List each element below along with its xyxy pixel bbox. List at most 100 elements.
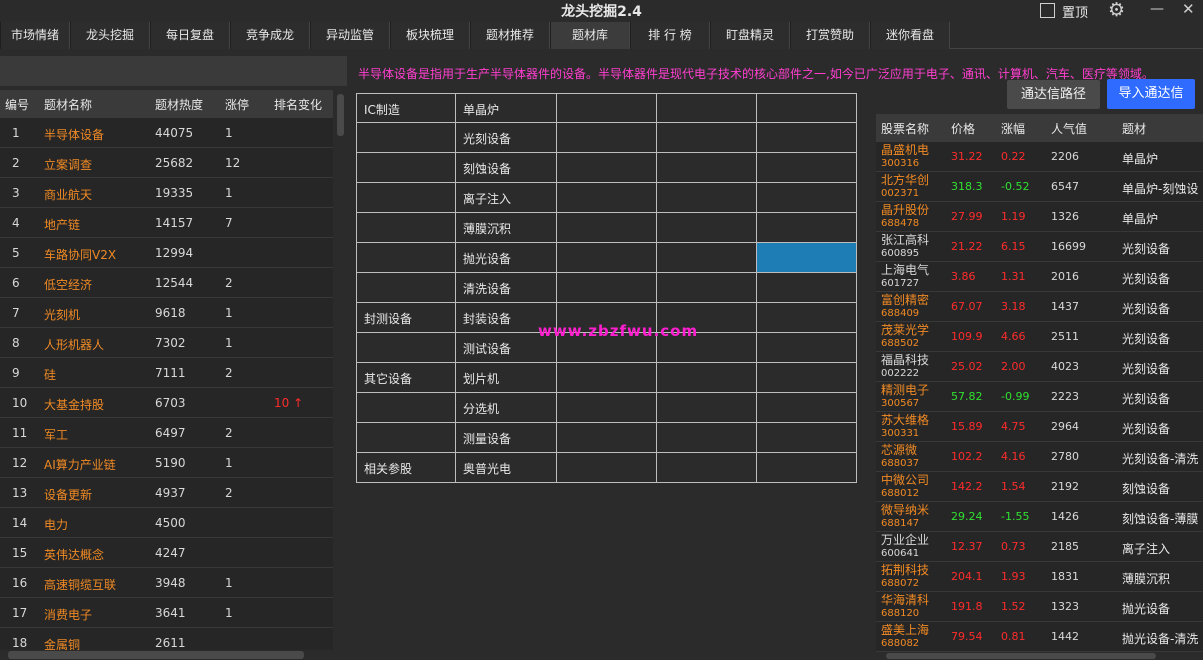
minimize-icon[interactable]: —	[1150, 1, 1164, 17]
topic-row[interactable]: 15 英伟达概念 4247	[0, 538, 333, 568]
header-popularity[interactable]: 人气值	[1051, 120, 1087, 137]
grid-category-cell[interactable]	[356, 123, 456, 153]
pin-checkbox[interactable]	[1040, 3, 1055, 18]
header-topic-name[interactable]: 题材名称	[44, 96, 92, 113]
grid-category-cell[interactable]: 封测设备	[356, 303, 456, 333]
grid-category-cell[interactable]	[356, 213, 456, 243]
grid-category-cell[interactable]	[356, 423, 456, 453]
tab-10[interactable]: 盯盘精灵	[710, 22, 790, 49]
grid-selected-cell[interactable]	[757, 243, 857, 273]
topic-row[interactable]: 18 金属铜 2611	[0, 628, 333, 650]
topic-table-hscroll-thumb[interactable]	[8, 651, 304, 659]
grid-category-cell[interactable]: 相关参股	[356, 453, 456, 483]
grid-empty-cell[interactable]	[557, 363, 657, 393]
header-change[interactable]: 涨幅	[1001, 120, 1025, 137]
tab-7[interactable]: 题材推荐	[470, 22, 550, 49]
tab-3[interactable]: 每日复盘	[150, 22, 230, 49]
grid-item-cell[interactable]: 薄膜沉积	[456, 213, 557, 243]
header-limit-up[interactable]: 涨停	[225, 96, 249, 113]
grid-empty-cell[interactable]	[657, 213, 757, 243]
header-price[interactable]: 价格	[951, 120, 975, 137]
import-tdx-button[interactable]: 导入通达信	[1107, 79, 1195, 109]
grid-item-cell[interactable]: 分选机	[456, 393, 557, 423]
grid-empty-cell[interactable]	[557, 393, 657, 423]
pin-label[interactable]: 置顶	[1062, 2, 1088, 21]
topic-row[interactable]: 16 高速铜缆互联 3948 1	[0, 568, 333, 598]
stock-row[interactable]: 盛美上海 688082 79.54 0.81 1442 抛光设备-清洗	[876, 622, 1203, 652]
topic-row[interactable]: 17 消费电子 3641 1	[0, 598, 333, 628]
grid-empty-cell[interactable]	[757, 303, 857, 333]
topic-row[interactable]: 7 光刻机 9618 1	[0, 298, 333, 328]
stock-row[interactable]: 精测电子 300567 57.82 -0.99 2223 光刻设备	[876, 382, 1203, 412]
stock-row[interactable]: 万业企业 600641 12.37 0.73 2185 离子注入	[876, 532, 1203, 562]
grid-empty-cell[interactable]	[557, 93, 657, 123]
grid-empty-cell[interactable]	[657, 423, 757, 453]
tab-5[interactable]: 异动监管	[310, 22, 390, 49]
topic-row[interactable]: 2 立案调查 25682 12	[0, 148, 333, 178]
grid-item-cell[interactable]: 划片机	[456, 363, 557, 393]
header-stock-name[interactable]: 股票名称	[881, 120, 929, 137]
grid-category-cell[interactable]	[356, 183, 456, 213]
header-rank-change[interactable]: 排名变化	[274, 96, 322, 113]
grid-item-cell[interactable]: 光刻设备	[456, 123, 557, 153]
grid-empty-cell[interactable]	[757, 363, 857, 393]
stock-row[interactable]: 茂莱光学 688502 109.9 4.66 2511 光刻设备	[876, 322, 1203, 352]
stock-row[interactable]: 拓荆科技 688072 204.1 1.93 1831 薄膜沉积	[876, 562, 1203, 592]
header-heat[interactable]: 题材热度	[155, 96, 203, 113]
grid-category-cell[interactable]: IC制造	[356, 93, 456, 123]
grid-category-cell[interactable]	[356, 243, 456, 273]
grid-empty-cell[interactable]	[757, 183, 857, 213]
grid-item-cell[interactable]: 抛光设备	[456, 243, 557, 273]
tab-4[interactable]: 竞争成龙	[230, 22, 310, 49]
topic-row[interactable]: 5 车路协同V2X 12994	[0, 238, 333, 268]
grid-empty-cell[interactable]	[757, 393, 857, 423]
grid-empty-cell[interactable]	[557, 273, 657, 303]
grid-empty-cell[interactable]	[557, 213, 657, 243]
stock-row[interactable]: 上海电气 601727 3.86 1.31 2016 光刻设备	[876, 262, 1203, 292]
topic-row[interactable]: 10 大基金持股 6703 10 ↑	[0, 388, 333, 418]
topic-row[interactable]: 8 人形机器人 7302 1	[0, 328, 333, 358]
grid-empty-cell[interactable]	[557, 123, 657, 153]
topic-table-vscroll[interactable]	[335, 90, 346, 650]
grid-category-cell[interactable]: 其它设备	[356, 363, 456, 393]
topic-search-bar[interactable]	[0, 56, 347, 86]
header-topic[interactable]: 题材	[1122, 120, 1146, 137]
grid-empty-cell[interactable]	[657, 393, 757, 423]
grid-empty-cell[interactable]	[657, 153, 757, 183]
grid-empty-cell[interactable]	[757, 123, 857, 153]
header-index[interactable]: 编号	[5, 96, 29, 113]
grid-empty-cell[interactable]	[757, 93, 857, 123]
stock-table-hscroll-thumb[interactable]	[886, 653, 1156, 659]
grid-item-cell[interactable]: 单晶炉	[456, 93, 557, 123]
grid-category-cell[interactable]	[356, 273, 456, 303]
grid-item-cell[interactable]: 刻蚀设备	[456, 153, 557, 183]
tab-9[interactable]: 排 行 榜	[630, 22, 710, 49]
tab-11[interactable]: 打赏赞助	[790, 22, 870, 49]
grid-item-cell[interactable]: 离子注入	[456, 183, 557, 213]
grid-empty-cell[interactable]	[657, 123, 757, 153]
stock-row[interactable]: 华海清科 688120 191.8 1.52 1323 抛光设备	[876, 592, 1203, 622]
stock-row[interactable]: 中微公司 688012 142.2 1.54 2192 刻蚀设备	[876, 472, 1203, 502]
tab-2[interactable]: 龙头挖掘	[70, 22, 150, 49]
grid-empty-cell[interactable]	[657, 183, 757, 213]
grid-category-cell[interactable]	[356, 393, 456, 423]
topic-row[interactable]: 3 商业航天 19335 1	[0, 178, 333, 208]
topic-row[interactable]: 11 军工 6497 2	[0, 418, 333, 448]
stock-row[interactable]: 张江高科 600895 21.22 6.15 16699 光刻设备	[876, 232, 1203, 262]
topic-row[interactable]: 14 电力 4500	[0, 508, 333, 538]
grid-empty-cell[interactable]	[657, 93, 757, 123]
topic-row[interactable]: 12 AI算力产业链 5190 1	[0, 448, 333, 478]
tab-12[interactable]: 迷你看盘	[870, 22, 950, 49]
stock-row[interactable]: 福晶科技 002222 25.02 2.00 4023 光刻设备	[876, 352, 1203, 382]
grid-empty-cell[interactable]	[557, 453, 657, 483]
grid-empty-cell[interactable]	[557, 183, 657, 213]
topic-row[interactable]: 4 地产链 14157 7	[0, 208, 333, 238]
grid-empty-cell[interactable]	[757, 273, 857, 303]
stock-row[interactable]: 富创精密 688409 67.07 3.18 1437 光刻设备	[876, 292, 1203, 322]
topic-row[interactable]: 1 半导体设备 44075 1	[0, 118, 333, 148]
grid-empty-cell[interactable]	[557, 243, 657, 273]
topic-row[interactable]: 6 低空经济 12544 2	[0, 268, 333, 298]
tab-8[interactable]: 题材库	[550, 22, 630, 49]
gear-icon[interactable]: ⚙	[1108, 0, 1125, 20]
grid-empty-cell[interactable]	[557, 153, 657, 183]
